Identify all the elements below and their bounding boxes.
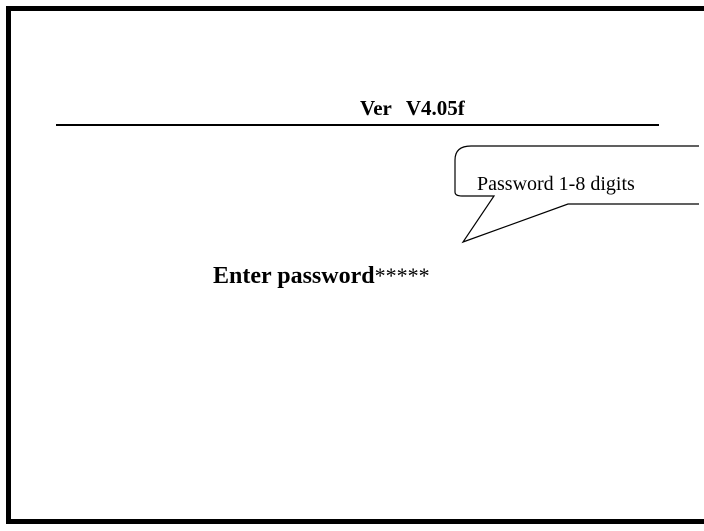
- password-prompt-label: Enter password: [213, 263, 375, 289]
- version-info: Ver V4.05f: [360, 96, 465, 121]
- version-value: V4.05f: [405, 96, 465, 120]
- callout-hint-text: Password 1-8 digits: [477, 173, 635, 195]
- header-divider: [56, 124, 659, 126]
- version-label: Ver: [360, 96, 392, 120]
- password-prompt[interactable]: Enter password*****: [213, 263, 430, 290]
- password-mask-field[interactable]: *****: [375, 263, 430, 288]
